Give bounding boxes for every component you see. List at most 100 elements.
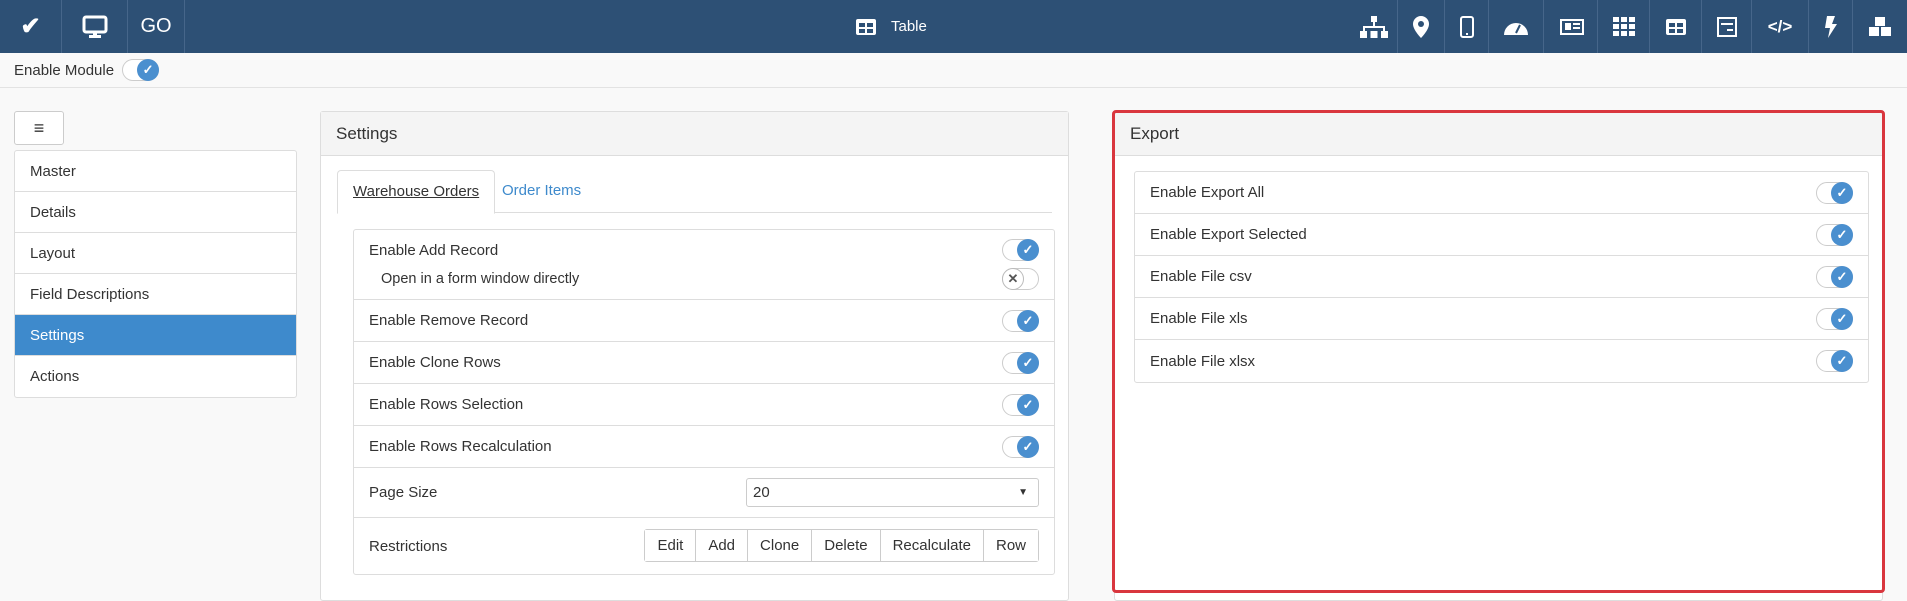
rows-recalculation-label: Enable Rows Recalculation <box>369 438 552 455</box>
rows-selection-toggle[interactable]: ✓ <box>1002 394 1039 416</box>
enable-module-label: Enable Module <box>14 62 114 79</box>
file-csv-row: Enable File csv ✓ <box>1135 256 1868 298</box>
menu-toggle-button[interactable]: ≡ <box>14 111 64 145</box>
sidebar-item-layout[interactable]: Layout <box>15 233 296 274</box>
file-xls-toggle[interactable]: ✓ <box>1816 308 1853 330</box>
mobile-button[interactable] <box>1444 0 1488 53</box>
export-all-toggle[interactable]: ✓ <box>1816 182 1853 204</box>
file-csv-label: Enable File csv <box>1150 268 1252 285</box>
check-icon: ✓ <box>1017 310 1039 332</box>
bolt-button[interactable] <box>1808 0 1852 53</box>
tab-order-items[interactable]: Order Items <box>487 170 596 214</box>
rows-selection-row: Enable Rows Selection ✓ <box>354 384 1054 426</box>
check-icon: ✓ <box>1831 224 1853 246</box>
page-size-select[interactable]: 20 ▼ <box>746 478 1039 507</box>
file-xlsx-row: Enable File xlsx ✓ <box>1135 340 1868 382</box>
add-record-toggle[interactable]: ✓ <box>1002 239 1039 261</box>
sidebar-item-master[interactable]: Master <box>15 151 296 192</box>
export-panel-title: Export <box>1115 112 1882 156</box>
settings-list: Enable Add Record Open in a form window … <box>353 229 1055 575</box>
restriction-clone-button[interactable]: Clone <box>748 530 812 561</box>
rows-recalculation-row: Enable Rows Recalculation ✓ <box>354 426 1054 468</box>
clone-rows-row: Enable Clone Rows ✓ <box>354 342 1054 384</box>
page-size-label: Page Size <box>369 484 437 501</box>
settings-panel: Settings Warehouse Orders Order Items En… <box>320 111 1069 601</box>
grid-button[interactable] <box>1597 0 1649 53</box>
check-icon: ✓ <box>1017 436 1039 458</box>
sidebar-nav: Master Details Layout Field Descriptions… <box>14 150 297 398</box>
restrictions-button-group: Edit Add Clone Delete Recalculate Row <box>644 529 1039 562</box>
table-button[interactable] <box>1649 0 1701 53</box>
check-button[interactable]: ✔ <box>0 0 62 53</box>
table-icon <box>1665 18 1687 36</box>
remove-record-label: Enable Remove Record <box>369 312 528 329</box>
rows-recalculation-toggle[interactable]: ✓ <box>1002 436 1039 458</box>
rows-selection-label: Enable Rows Selection <box>369 396 523 413</box>
export-selected-toggle[interactable]: ✓ <box>1816 224 1853 246</box>
check-icon: ✓ <box>1831 182 1853 204</box>
sidebar-item-field-descriptions[interactable]: Field Descriptions <box>15 274 296 315</box>
restriction-recalculate-button[interactable]: Recalculate <box>881 530 984 561</box>
add-record-row: Enable Add Record Open in a form window … <box>354 230 1054 300</box>
top-toolbar: ✔ GO Table </> <box>0 0 1907 53</box>
remove-record-row: Enable Remove Record ✓ <box>354 300 1054 342</box>
map-marker-icon <box>1413 16 1429 38</box>
bolt-icon <box>1824 16 1838 38</box>
check-icon: ✓ <box>1831 350 1853 372</box>
export-list: Enable Export All ✓ Enable Export Selecte… <box>1134 171 1869 383</box>
open-form-label: Open in a form window directly <box>369 271 579 287</box>
file-xlsx-label: Enable File xlsx <box>1150 353 1255 370</box>
sidebar-item-details[interactable]: Details <box>15 192 296 233</box>
tab-warehouse-orders[interactable]: Warehouse Orders <box>337 170 495 214</box>
file-xls-row: Enable File xls✓ <box>1135 298 1868 340</box>
check-icon: ✓ <box>137 59 159 81</box>
sitemap-button[interactable] <box>1350 0 1397 53</box>
table-icon <box>855 18 877 36</box>
check-icon: ✓ <box>1017 239 1039 261</box>
page-title: Table <box>855 0 927 53</box>
cubes-button[interactable] <box>1852 0 1907 53</box>
add-record-label: Enable Add Record <box>369 242 498 259</box>
sidebar-item-actions[interactable]: Actions <box>15 356 296 397</box>
caret-down-icon: ▼ <box>1018 479 1028 506</box>
restriction-edit-button[interactable]: Edit <box>645 530 696 561</box>
monitor-icon <box>82 15 108 39</box>
clone-rows-toggle[interactable]: ✓ <box>1002 352 1039 374</box>
page-size-value: 20 <box>753 484 770 501</box>
restrictions-row: Restrictions Edit Add Clone Delete Recal… <box>354 518 1054 574</box>
enable-module-row: Enable Module ✓ <box>0 53 1907 88</box>
clone-rows-label: Enable Clone Rows <box>369 354 501 371</box>
restriction-add-button[interactable]: Add <box>696 530 748 561</box>
check-icon: ✓ <box>1017 352 1039 374</box>
enable-module-toggle[interactable]: ✓ <box>122 59 159 81</box>
file-xlsx-toggle[interactable]: ✓ <box>1816 350 1853 372</box>
check-icon: ✓ <box>1831 308 1853 330</box>
sitemap-icon <box>1360 16 1388 38</box>
export-selected-row: Enable Export Selected✓ <box>1135 214 1868 256</box>
code-button[interactable]: </> <box>1751 0 1808 53</box>
calendar-form-icon <box>1717 17 1737 37</box>
newspaper-icon <box>1558 19 1584 35</box>
restriction-row-button[interactable]: Row <box>984 530 1038 561</box>
restriction-delete-button[interactable]: Delete <box>812 530 880 561</box>
export-all-label: Enable Export All <box>1150 184 1264 201</box>
preview-button[interactable] <box>62 0 128 53</box>
open-form-toggle[interactable]: ✕ <box>1002 268 1039 290</box>
go-button[interactable]: GO <box>128 0 185 53</box>
mobile-icon <box>1460 16 1474 38</box>
dashboard-button[interactable] <box>1488 0 1543 53</box>
grid-icon <box>1613 17 1635 37</box>
settings-tabs: Warehouse Orders Order Items <box>337 170 1052 213</box>
sidebar-item-settings[interactable]: Settings <box>15 315 296 356</box>
export-panel: Export Enable Export All ✓ Enable Export … <box>1114 111 1883 601</box>
form-button[interactable] <box>1701 0 1751 53</box>
close-icon: ✕ <box>1002 268 1024 290</box>
news-button[interactable] <box>1543 0 1597 53</box>
restrictions-label: Restrictions <box>369 538 447 555</box>
file-csv-toggle[interactable]: ✓ <box>1816 266 1853 288</box>
cubes-icon <box>1868 17 1892 37</box>
location-button[interactable] <box>1397 0 1444 53</box>
page-title-text: Table <box>891 18 927 35</box>
remove-record-toggle[interactable]: ✓ <box>1002 310 1039 332</box>
page-size-row: Page Size 20 ▼ <box>354 468 1054 518</box>
